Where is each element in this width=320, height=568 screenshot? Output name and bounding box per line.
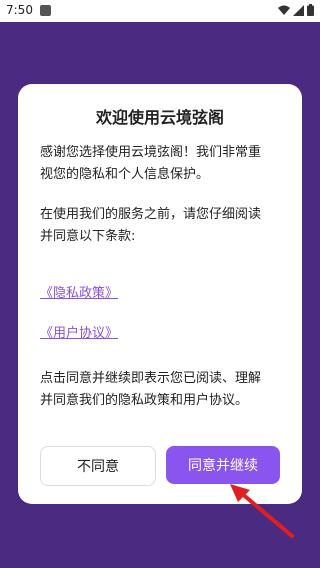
privacy-policy-link[interactable]: 《隐私政策》 bbox=[40, 282, 118, 301]
annotation-arrow-icon bbox=[230, 484, 294, 538]
status-icons bbox=[278, 4, 314, 16]
battery-icon bbox=[307, 4, 314, 16]
consent-notice-text: 点击同意并继续即表示您已阅读、理解 并同意我们的隐私政策和用户协议。 bbox=[40, 368, 290, 412]
dialog-title: 欢迎使用云境弦阁 bbox=[95, 108, 224, 127]
wifi-icon bbox=[278, 5, 290, 15]
notice-line-1: 点击同意并继续即表示您已阅读、理解 bbox=[40, 371, 262, 386]
intro-line-2: 视您的隐私和个人信息保护。 bbox=[40, 167, 210, 182]
before-use-text: 在使用我们的服务之前，请您仔细阅读 并同意以下条款: bbox=[40, 204, 290, 248]
signal-icon bbox=[293, 4, 304, 16]
notice-line-2: 并同意我们的隐私政策和用户协议。 bbox=[40, 393, 249, 408]
status-time: 7:50 bbox=[6, 3, 33, 17]
decline-button[interactable]: 不同意 bbox=[40, 446, 156, 486]
before-line-1: 在使用我们的服务之前，请您仔细阅读 bbox=[40, 207, 262, 222]
privacy-consent-dialog: 欢迎使用云境弦阁 感谢您选择使用云境弦阁！我们非常重 视您的隐私和个人信息保护。… bbox=[18, 84, 302, 504]
accept-continue-button[interactable]: 同意并继续 bbox=[166, 446, 280, 484]
before-line-2: 并同意以下条款: bbox=[40, 229, 136, 244]
status-bar: 7:50 bbox=[0, 0, 320, 22]
intro-line-1: 感谢您选择使用云境弦阁！我们非常重 bbox=[40, 145, 262, 160]
intro-text: 感谢您选择使用云境弦阁！我们非常重 视您的隐私和个人信息保护。 bbox=[40, 142, 290, 186]
notification-icon bbox=[40, 5, 51, 16]
user-agreement-link[interactable]: 《用户协议》 bbox=[40, 322, 118, 341]
